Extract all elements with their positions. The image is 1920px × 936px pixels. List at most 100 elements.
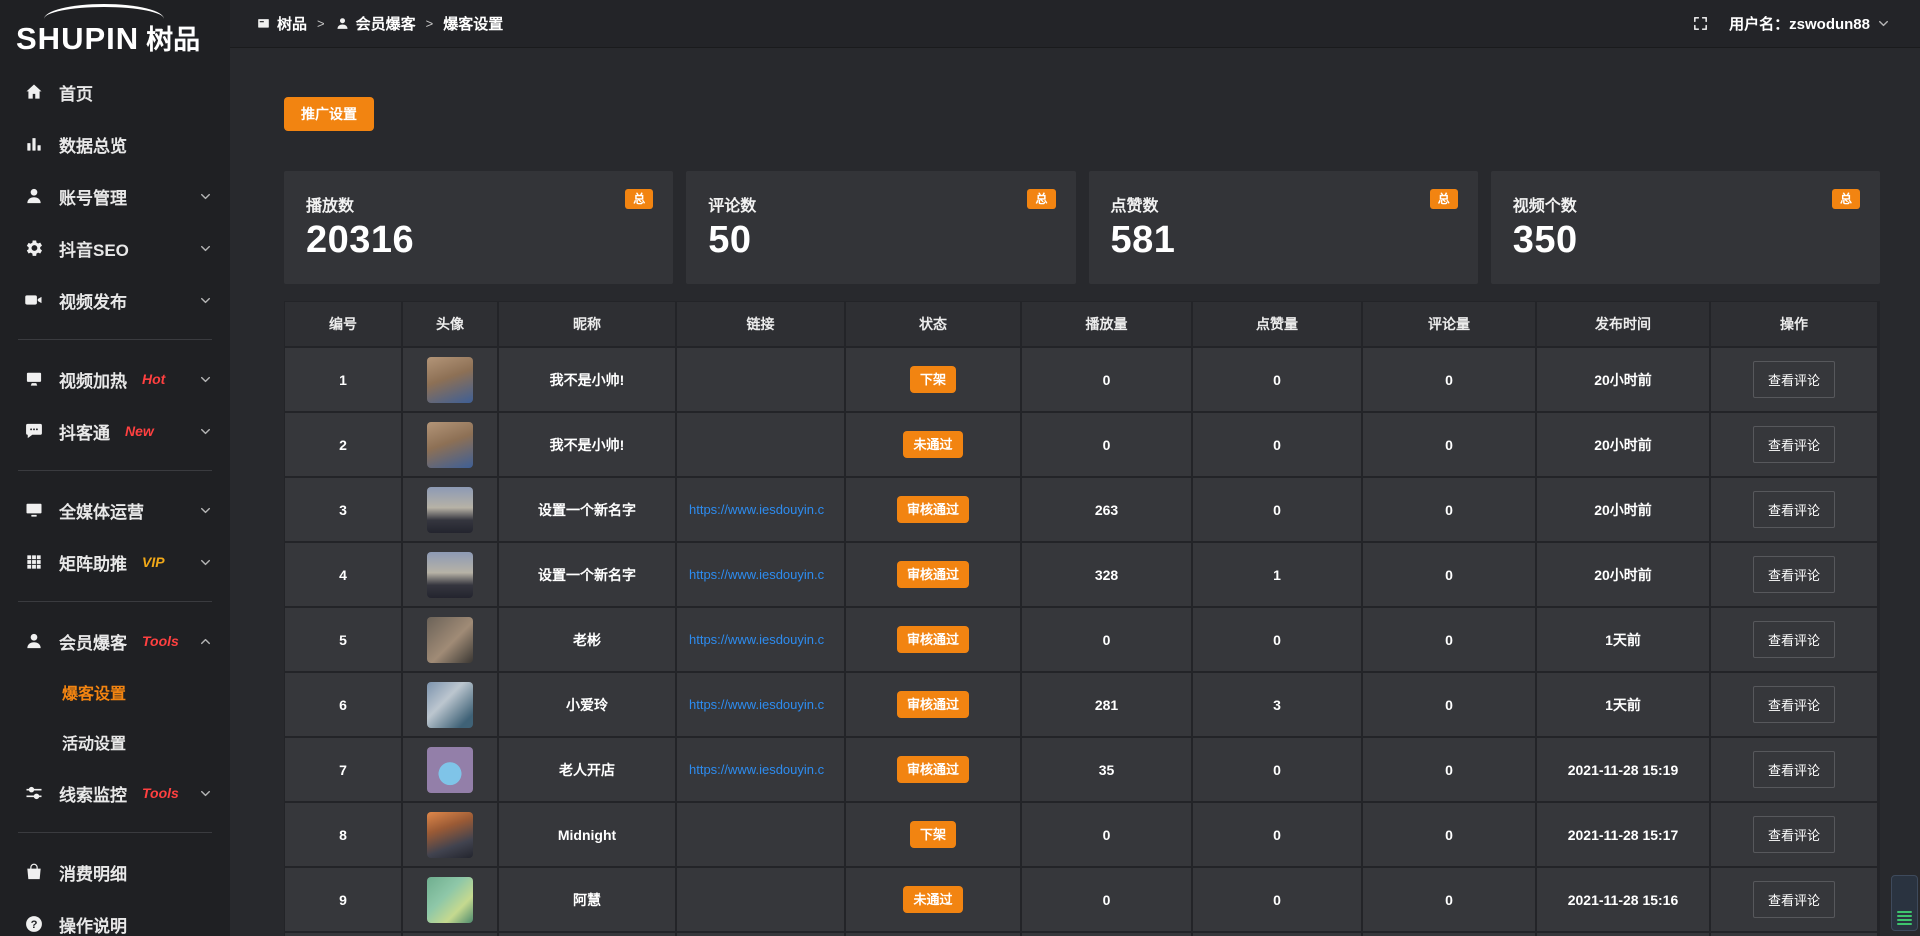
video-link[interactable]: https://www.iesdouyin.c bbox=[689, 697, 824, 712]
view-comments-button[interactable]: 查看评论 bbox=[1753, 686, 1835, 723]
fullscreen-icon[interactable] bbox=[1692, 15, 1709, 32]
view-comments-button[interactable]: 查看评论 bbox=[1753, 361, 1835, 398]
breadcrumb-item-shupin[interactable]: 树品 bbox=[256, 13, 307, 34]
cell-id: 3 bbox=[285, 478, 401, 541]
cell-plays: 0 bbox=[1022, 608, 1191, 671]
stat-card-label: 点赞数 bbox=[1111, 192, 1456, 216]
cell-action: 查看评论 bbox=[1711, 673, 1877, 736]
cell-link: https://www.iesdouyin.c bbox=[677, 608, 844, 671]
username-label: 用户名：zswodun88 bbox=[1729, 13, 1870, 34]
sidebar-item-operation-guide[interactable]: ?操作说明 bbox=[0, 898, 230, 936]
sidebar-item-video-heating[interactable]: 视频加热Hot bbox=[0, 353, 230, 405]
status-badge: 下架 bbox=[910, 366, 956, 393]
chevron-down-icon bbox=[199, 242, 212, 255]
sidebar-subitem-activity-settings[interactable]: 活动设置 bbox=[0, 717, 230, 767]
chevron-down-icon bbox=[199, 294, 212, 307]
cell-likes: 0 bbox=[1193, 348, 1361, 411]
cell-avatar bbox=[403, 868, 497, 931]
view-comments-button[interactable]: 查看评论 bbox=[1753, 881, 1835, 918]
avatar bbox=[427, 617, 473, 663]
sidebar-item-label: 数据总览 bbox=[59, 132, 127, 157]
avatar bbox=[427, 422, 473, 468]
cell-likes: 0 bbox=[1193, 738, 1361, 801]
cell-link: https://www.iesdouyin.c bbox=[677, 738, 844, 801]
brand-logo: SHUPIN 树品 bbox=[0, 0, 230, 60]
sidebar: SHUPIN 树品 首页数据总览账号管理抖音SEO视频发布视频加热Hot 抖客通 N… bbox=[0, 0, 230, 936]
view-comments-button[interactable]: 查看评论 bbox=[1753, 621, 1835, 658]
view-comments-button[interactable]: 查看评论 bbox=[1753, 751, 1835, 788]
cell-nickname: 我不是小帅! bbox=[499, 348, 675, 411]
sidebar-item-label: 抖客通 bbox=[59, 419, 110, 444]
cell-link: https://www.iesdouyin.c bbox=[677, 543, 844, 606]
cell-plays: 263 bbox=[1022, 478, 1191, 541]
user-menu[interactable]: 用户名：zswodun88 bbox=[1729, 13, 1890, 34]
sidebar-item-member-baoke[interactable]: 会员爆客Tools bbox=[0, 615, 230, 667]
floating-widget[interactable] bbox=[1891, 875, 1918, 931]
cell-time: 1天前 bbox=[1537, 673, 1709, 736]
header-cell-avatar: 头像 bbox=[403, 302, 497, 346]
cell-id: 9 bbox=[285, 868, 401, 931]
sidebar-item-home[interactable]: 首页 bbox=[0, 66, 230, 118]
bag-icon bbox=[24, 862, 44, 882]
sidebar-item-douketong[interactable]: 抖客通 New bbox=[0, 405, 230, 457]
video-link[interactable]: https://www.iesdouyin.c bbox=[689, 762, 824, 777]
sidebar-item-omnimedia-operation[interactable]: 全媒体运营 bbox=[0, 484, 230, 536]
cell-link: https://www.iesdouyin.c bbox=[677, 478, 844, 541]
sidebar-submenu: 爆客设置活动设置 bbox=[0, 667, 230, 767]
sidebar-item-matrix-boost[interactable]: 矩阵助推VIP bbox=[0, 536, 230, 588]
sidebar-item-clue-monitor[interactable]: 线索监控Tools bbox=[0, 767, 230, 819]
cell-avatar bbox=[403, 543, 497, 606]
avatar bbox=[427, 812, 473, 858]
cell-likes: 0 bbox=[1193, 803, 1361, 866]
videos-table: 编号头像昵称链接状态播放量点赞量评论量发布时间操作1我不是小帅!下架00020小… bbox=[284, 301, 1880, 936]
sidebar-item-consumption-details[interactable]: 消费明细 bbox=[0, 846, 230, 898]
chevron-down-icon bbox=[199, 556, 212, 569]
cell-link bbox=[677, 803, 844, 866]
sidebar-item-douyin-seo[interactable]: 抖音SEO bbox=[0, 222, 230, 274]
sidebar-item-label: 会员爆客 bbox=[59, 629, 127, 654]
cell-likes: 0 bbox=[1193, 413, 1361, 476]
avatar bbox=[427, 747, 473, 793]
view-comments-button[interactable]: 查看评论 bbox=[1753, 816, 1835, 853]
cell-comments: 0 bbox=[1363, 478, 1535, 541]
stat-card-likes: 点赞数581总 bbox=[1089, 171, 1478, 284]
content: 推广设置 播放数20316总评论数50总点赞数581总视频个数350总 编号头像… bbox=[230, 48, 1920, 936]
cell-plays: 0 bbox=[1022, 803, 1191, 866]
cell-time: 20小时前 bbox=[1537, 543, 1709, 606]
view-comments-button[interactable]: 查看评论 bbox=[1753, 556, 1835, 593]
cell-comments: 0 bbox=[1363, 738, 1535, 801]
cell-status: 审核通过 bbox=[846, 738, 1020, 801]
sidebar-subitem-baoke-settings[interactable]: 爆客设置 bbox=[0, 667, 230, 717]
stat-card-value: 581 bbox=[1111, 219, 1456, 262]
promotion-settings-button[interactable]: 推广设置 bbox=[284, 97, 374, 131]
sidebar-item-video-publish[interactable]: 视频发布 bbox=[0, 274, 230, 326]
breadcrumb-label: 爆客设置 bbox=[443, 13, 503, 34]
sliders-icon bbox=[24, 783, 44, 803]
cell-avatar bbox=[403, 478, 497, 541]
breadcrumb-item-member-baoke[interactable]: 会员爆客 bbox=[335, 13, 416, 34]
header-cell-plays: 播放量 bbox=[1022, 302, 1191, 346]
video-link[interactable]: https://www.iesdouyin.c bbox=[689, 632, 824, 647]
stat-card-total-badge: 总 bbox=[625, 189, 653, 209]
sidebar-divider bbox=[18, 470, 212, 471]
sidebar-item-tag: New bbox=[125, 423, 154, 439]
sidebar-item-account-management[interactable]: 账号管理 bbox=[0, 170, 230, 222]
cell-status: 审核通过 bbox=[846, 608, 1020, 671]
svg-text:?: ? bbox=[31, 919, 38, 931]
view-comments-button[interactable]: 查看评论 bbox=[1753, 491, 1835, 528]
video-link[interactable]: https://www.iesdouyin.c bbox=[689, 502, 824, 517]
cell-link: https://www.iesdouyin.c bbox=[677, 673, 844, 736]
avatar bbox=[427, 682, 473, 728]
cell-time: 20小时前 bbox=[1537, 478, 1709, 541]
video-link[interactable]: https://www.iesdouyin.c bbox=[689, 567, 824, 582]
cell-time: 2021-11-28 15:16 bbox=[1537, 868, 1709, 931]
cell-comments: 0 bbox=[1363, 803, 1535, 866]
logo-text: SHUPIN bbox=[16, 23, 139, 54]
sidebar-item-data-overview[interactable]: 数据总览 bbox=[0, 118, 230, 170]
cell-action: 查看评论 bbox=[1711, 543, 1877, 606]
cell-id: 7 bbox=[285, 738, 401, 801]
header-cell-action: 操作 bbox=[1711, 302, 1877, 346]
view-comments-button[interactable]: 查看评论 bbox=[1753, 426, 1835, 463]
cell-likes: 0 bbox=[1193, 868, 1361, 931]
cell-id: 8 bbox=[285, 803, 401, 866]
